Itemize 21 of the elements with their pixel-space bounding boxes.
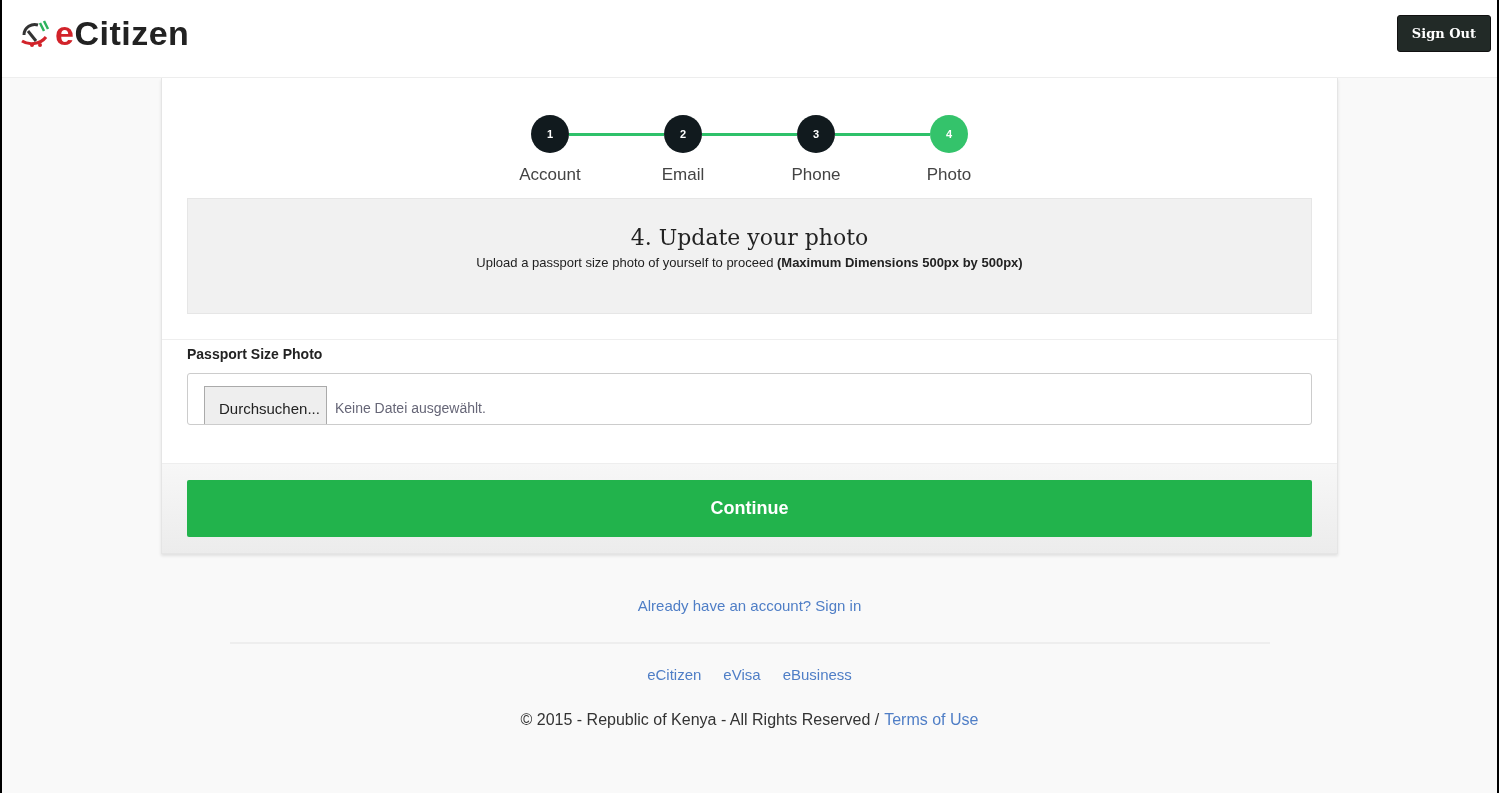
copyright-text: © 2015 - Republic of Kenya - All Rights Reserved / — [520, 711, 880, 729]
step-label: Account — [519, 165, 581, 185]
step-number[interactable]: 1 — [531, 115, 569, 153]
footer-link[interactable]: eVisa — [723, 666, 761, 683]
field-label: Passport Size Photo — [187, 346, 324, 362]
footer-link[interactable]: eCitizen — [647, 666, 702, 683]
step-label: Phone — [791, 165, 841, 185]
sign-out-button[interactable]: Sign Out — [1396, 15, 1491, 52]
step-label: Photo — [926, 165, 972, 185]
intro-title: 4. Update your photo — [630, 225, 869, 250]
logo-text[interactable]: eCitizen — [55, 14, 190, 53]
browse-button[interactable]: Durchsuchen... — [204, 386, 327, 424]
sign-in-link[interactable]: Already have an account? Sign in — [637, 597, 862, 614]
step-number[interactable]: 3 — [797, 115, 835, 153]
step-label: Email — [661, 165, 705, 185]
step-number[interactable]: 2 — [664, 115, 702, 153]
footer-link[interactable]: eBusiness — [782, 666, 852, 683]
file-input[interactable]: Durchsuchen... Keine Datei ausgewählt. — [187, 373, 1312, 425]
terms-link[interactable]: Terms of Use — [884, 711, 979, 729]
intro-description: Upload a passport size photo of yourself to proceed (Maximum Dimensions 500px by 500px) — [476, 255, 1023, 270]
file-status: Keine Datei ausgewählt. — [334, 400, 486, 418]
